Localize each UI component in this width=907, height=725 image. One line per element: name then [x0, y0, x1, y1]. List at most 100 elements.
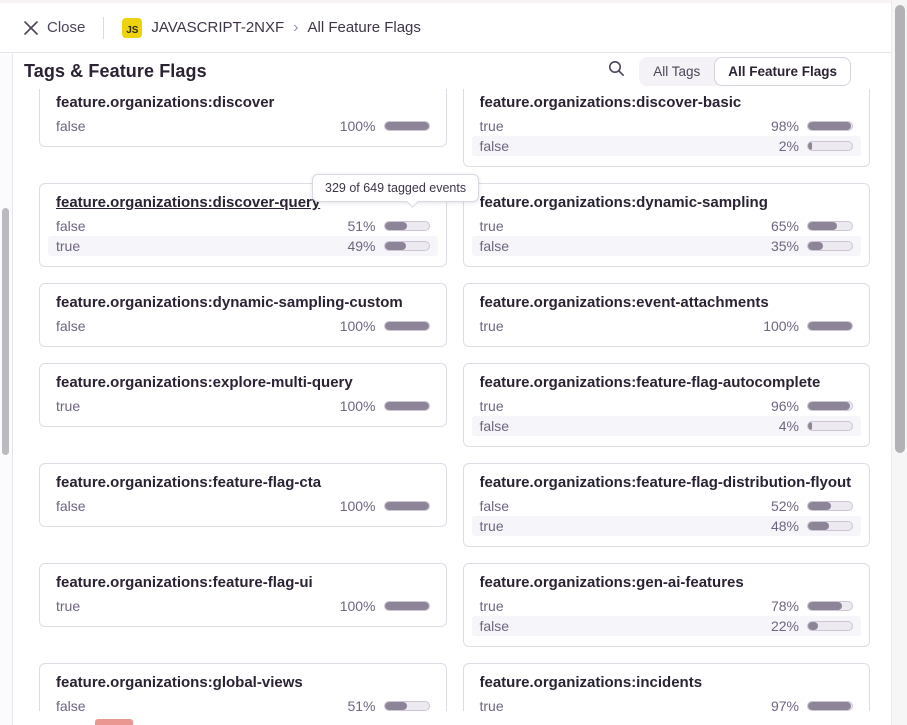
flag-distribution-bar[interactable]: [807, 241, 853, 251]
feature-flag-card: feature.organizations:dynamic-sampling-c…: [39, 283, 447, 347]
feature-flag-card: feature.organizations:feature-flag-autoc…: [463, 363, 871, 447]
feature-flag-name-link[interactable]: feature.organizations:dynamic-sampling: [480, 193, 854, 213]
flag-value-row: true96%: [472, 396, 862, 416]
flag-distribution-bar[interactable]: [807, 421, 853, 431]
feature-flag-name-link[interactable]: feature.organizations:global-views: [56, 673, 430, 693]
vertical-scrollbar-thumb[interactable]: [895, 5, 905, 453]
background-scrollbar-thumb[interactable]: [2, 208, 9, 455]
flag-value-row: false 52%: [472, 496, 862, 516]
flag-value-row: false51%: [48, 216, 438, 236]
flag-value-percent: 100%: [340, 598, 376, 614]
close-label: Close: [47, 19, 85, 36]
flag-value-percent: 48%: [771, 518, 799, 534]
flag-value-row: false 22%: [472, 616, 862, 636]
feature-flag-name-link[interactable]: feature.organizations:feature-flag-cta: [56, 473, 430, 493]
flag-value-percent: 4%: [779, 418, 799, 434]
feature-flag-name-link[interactable]: feature.organizations:explore-multi-quer…: [56, 373, 430, 393]
flag-distribution-bar-fill: [385, 222, 407, 230]
flag-value-label: true: [480, 318, 504, 334]
feature-flag-name-link[interactable]: feature.organizations:dynamic-sampling-c…: [56, 293, 430, 313]
flag-distribution-bar[interactable]: [384, 501, 430, 511]
close-icon: [24, 21, 38, 35]
flag-value-row: true100%: [48, 396, 438, 416]
feature-flag-card: feature.organizations:feature-flag-ui tr…: [39, 563, 447, 627]
flag-value-label: false: [56, 318, 86, 334]
flag-value-percent: 65%: [771, 218, 799, 234]
flag-value-label: false: [56, 698, 86, 711]
flag-value-row: false 51%: [48, 696, 438, 711]
feature-flag-card: feature.organizations:discover false100%: [39, 89, 447, 147]
panel-header: Tags & Feature Flags All Tags All Featur…: [0, 53, 891, 89]
flag-distribution-bar[interactable]: [384, 321, 430, 331]
flag-value-percent: 98%: [771, 118, 799, 134]
search-button[interactable]: [608, 60, 625, 82]
flag-distribution-bar[interactable]: [384, 121, 430, 131]
flag-value-percent: 51%: [347, 698, 375, 711]
flag-value-label: false: [480, 618, 510, 634]
vertical-scrollbar[interactable]: [891, 0, 907, 725]
view-toggle: All Tags All Feature Flags: [639, 57, 851, 86]
flag-distribution-bar[interactable]: [807, 621, 853, 631]
flag-value-row: false100%: [48, 116, 438, 136]
flag-distribution-bar[interactable]: [807, 601, 853, 611]
flag-distribution-bar[interactable]: [384, 221, 430, 231]
feature-flag-card: feature.organizations:feature-flag-distr…: [463, 463, 871, 547]
flag-value-row: true78%: [472, 596, 862, 616]
feature-flag-name-link[interactable]: feature.organizations:event-attachments: [480, 293, 854, 313]
close-button[interactable]: Close: [24, 19, 85, 36]
flag-value-row: false 4%: [472, 416, 862, 436]
flag-distribution-bar[interactable]: [384, 701, 430, 711]
flag-distribution-bar[interactable]: [384, 401, 430, 411]
flag-value-row: true100%: [472, 316, 862, 336]
flag-value-percent: 49%: [347, 238, 375, 254]
flag-value-label: true: [56, 398, 80, 414]
flag-value-label: false: [480, 498, 510, 514]
flag-distribution-bar-fill: [808, 522, 829, 530]
flag-value-label: false: [56, 218, 86, 234]
flag-distribution-bar[interactable]: [807, 401, 853, 411]
flag-value-label: false: [56, 498, 86, 514]
background-page-fragment: [95, 719, 133, 725]
flag-distribution-bar-fill: [808, 122, 851, 130]
flag-distribution-bar-fill: [385, 602, 429, 610]
flag-value-row: true49%: [48, 236, 438, 256]
flag-value-percent: 35%: [771, 238, 799, 254]
feature-flag-name-link[interactable]: feature.organizations:feature-flag-autoc…: [480, 373, 854, 393]
flag-value-label: true: [56, 598, 80, 614]
flag-distribution-bar[interactable]: [807, 321, 853, 331]
breadcrumb-project[interactable]: JAVASCRIPT-2NXF: [151, 19, 284, 36]
tab-all-tags[interactable]: All Tags: [639, 57, 714, 86]
flag-value-percent: 22%: [771, 618, 799, 634]
chevron-right-icon: ›: [293, 20, 298, 36]
feature-flag-name-link[interactable]: feature.organizations:discover: [56, 93, 430, 113]
feature-flag-name-link[interactable]: feature.organizations:feature-flag-ui: [56, 573, 430, 593]
flag-value-row: false100%: [48, 496, 438, 516]
flag-distribution-bar-fill: [385, 702, 407, 710]
tagged-events-tooltip: 329 of 649 tagged events: [312, 174, 479, 202]
flag-distribution-bar[interactable]: [807, 221, 853, 231]
flag-value-percent: 97%: [771, 698, 799, 711]
flag-distribution-bar-fill: [808, 242, 823, 250]
flag-distribution-bar[interactable]: [807, 701, 853, 711]
flag-value-label: true: [480, 118, 504, 134]
flag-distribution-bar[interactable]: [384, 601, 430, 611]
tab-all-feature-flags[interactable]: All Feature Flags: [714, 57, 851, 86]
flag-distribution-bar[interactable]: [384, 241, 430, 251]
feature-flag-name-link[interactable]: feature.organizations:feature-flag-distr…: [480, 473, 854, 493]
feature-flag-name-link[interactable]: feature.organizations:discover-basic: [480, 93, 854, 113]
feature-flag-card: feature.organizations:event-attachments …: [463, 283, 871, 347]
flag-distribution-bar[interactable]: [807, 121, 853, 131]
flag-distribution-bar-fill: [808, 502, 831, 510]
feature-flag-name-link[interactable]: feature.organizations:gen-ai-features: [480, 573, 854, 593]
flag-distribution-bar-fill: [808, 702, 851, 710]
flag-distribution-bar-fill: [385, 502, 429, 510]
flag-distribution-bar[interactable]: [807, 501, 853, 511]
flag-value-label: true: [480, 698, 504, 711]
flag-distribution-bar[interactable]: [807, 141, 853, 151]
flag-value-label: false: [480, 418, 510, 434]
feature-flag-name-link[interactable]: feature.organizations:incidents: [480, 673, 854, 693]
flag-value-label: true: [480, 398, 504, 414]
flag-distribution-bar[interactable]: [807, 521, 853, 531]
feature-flag-card: feature.organizations:explore-multi-quer…: [39, 363, 447, 427]
flag-value-percent: 52%: [771, 498, 799, 514]
